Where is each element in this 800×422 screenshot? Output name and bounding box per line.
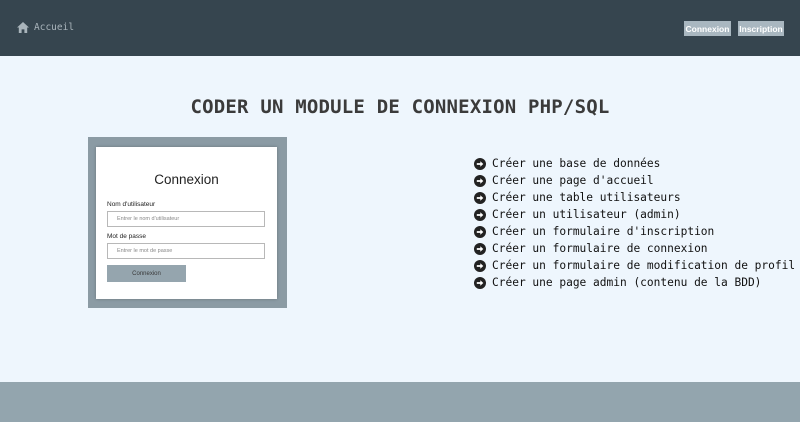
list-item: Créer une base de données: [474, 155, 795, 172]
username-label: Nom d'utilisateur: [107, 201, 156, 208]
arrow-circle-right-icon: [474, 174, 486, 187]
home-link-label: Accueil: [34, 22, 75, 33]
list-item: Créer un formulaire de connexion: [474, 240, 795, 257]
arrow-circle-right-icon: [474, 242, 486, 255]
login-nav-button[interactable]: Connexion: [684, 21, 731, 36]
step-label: Créer un formulaire de connexion: [492, 242, 708, 255]
arrow-circle-right-icon: [474, 276, 486, 289]
top-navbar: Accueil Connexion Inscription: [0, 0, 800, 56]
arrow-circle-right-icon: [474, 259, 486, 272]
login-form-card: Connexion Nom d'utilisateur Entrer le no…: [96, 147, 277, 299]
step-label: Créer une page d'accueil: [492, 174, 654, 187]
login-form-preview-image: Connexion Nom d'utilisateur Entrer le no…: [88, 137, 287, 308]
username-field: Entrer le nom d'utilisateur: [107, 211, 265, 227]
page-footer: [0, 382, 800, 422]
login-form-title: Connexion: [154, 172, 219, 187]
home-icon: [17, 22, 29, 33]
step-label: Créer une page admin (contenu de la BDD): [492, 276, 762, 289]
list-item: Créer une table utilisateurs: [474, 189, 795, 206]
arrow-circle-right-icon: [474, 225, 486, 238]
step-label: Créer un utilisateur (admin): [492, 208, 681, 221]
list-item: Créer une page admin (contenu de la BDD): [474, 274, 795, 291]
step-label: Créer un formulaire d'inscription: [492, 225, 715, 238]
arrow-circle-right-icon: [474, 191, 486, 204]
home-link[interactable]: Accueil: [17, 22, 74, 33]
list-item: Créer un formulaire de modification de p…: [474, 257, 795, 274]
password-label: Mot de passe: [107, 233, 147, 240]
list-item: Créer une page d'accueil: [474, 172, 795, 189]
password-field: Entrer le mot de passe: [107, 243, 265, 259]
page-title: CODER UN MODULE DE CONNEXION PHP/SQL: [190, 96, 610, 118]
list-item: Créer un formulaire d'inscription: [474, 223, 795, 240]
step-label: Créer une table utilisateurs: [492, 191, 681, 204]
login-submit-button: Connexion: [107, 265, 186, 282]
step-label: Créer un formulaire de modification de p…: [492, 259, 796, 272]
arrow-circle-right-icon: [474, 208, 486, 221]
register-nav-button[interactable]: Inscription: [738, 21, 784, 36]
main-content: CODER UN MODULE DE CONNEXION PHP/SQL Con…: [0, 56, 800, 382]
step-label: Créer une base de données: [492, 157, 661, 170]
steps-list: Créer une base de données Créer une page…: [474, 155, 795, 291]
list-item: Créer un utilisateur (admin): [474, 206, 795, 223]
arrow-circle-right-icon: [474, 157, 486, 170]
